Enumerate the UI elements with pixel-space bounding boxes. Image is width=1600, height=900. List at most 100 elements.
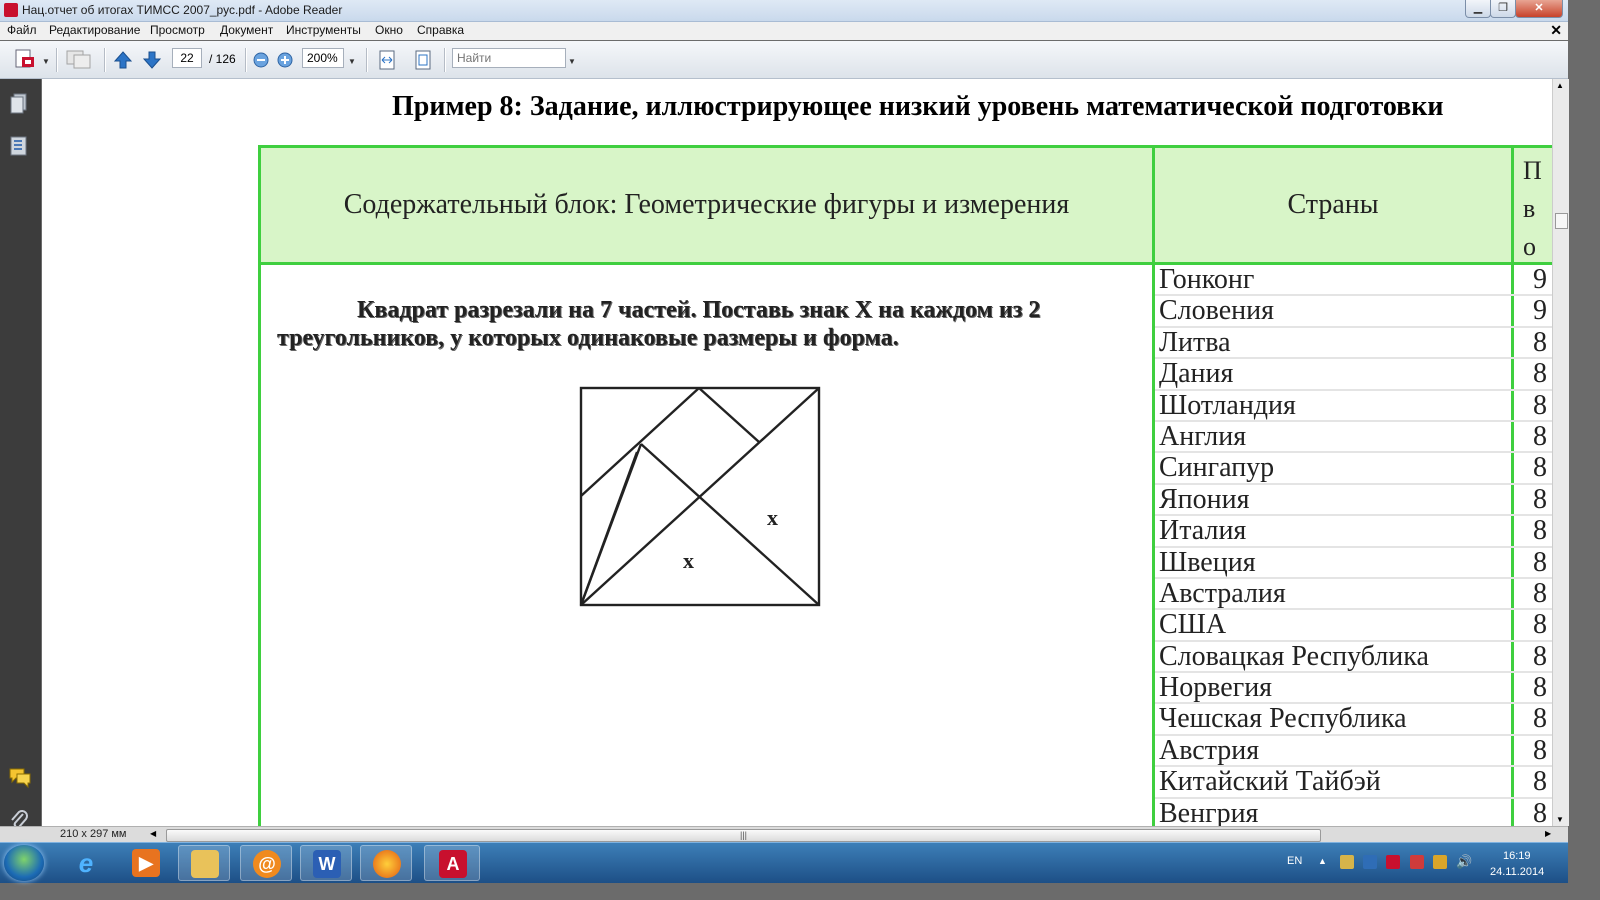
taskbar-mail[interactable]: @ [240,845,292,881]
pages-panel-button[interactable] [9,93,29,118]
total-pages: / 126 [209,52,236,66]
tray-app-icon[interactable] [1386,855,1400,869]
show-hidden-icons-icon[interactable]: ▲ [1318,856,1327,866]
country-value: 8 [1533,483,1547,515]
menu-file[interactable]: Файл [7,23,37,37]
country-row: Австралия 8 [1155,577,1552,611]
scroll-left-icon[interactable]: ◀ [150,829,156,838]
country-row: Сингапур 8 [1155,452,1552,485]
tray-flag-icon[interactable] [1410,855,1424,869]
create-pdf-button[interactable] [14,49,38,72]
volume-icon[interactable]: 🔊 [1456,854,1472,870]
bookmarks-panel-button[interactable] [9,135,29,160]
zoom-in-button[interactable] [277,52,293,71]
figure-mark: x [683,548,694,573]
scroll-up-icon[interactable]: ▲ [1556,81,1564,90]
taskbar-internet-explorer[interactable]: e [60,845,112,881]
page-number-input[interactable] [172,48,202,68]
country-name: Шотландия [1159,389,1296,421]
page-size-label: 210 x 297 мм [60,828,127,840]
vertical-scroll-thumb[interactable] [1555,213,1568,229]
country-row: Словения 9 [1155,295,1552,328]
language-indicator[interactable]: EN [1287,855,1302,867]
chevron-down-icon[interactable]: ▼ [568,57,576,66]
country-row: Дания 8 [1155,358,1552,391]
chevron-down-icon[interactable]: ▼ [348,57,356,66]
document-view[interactable]: Пример 8: Задание, иллюстрирующее низкий… [42,79,1552,826]
zoom-out-icon [253,52,269,68]
scroll-down-icon[interactable]: ▼ [1556,815,1564,824]
comments-icon [9,768,31,789]
zoom-in-icon [277,52,293,68]
menu-document[interactable]: Документ [220,23,273,37]
create-pdf-icon [15,49,34,68]
country-name: Гонконг [1159,264,1255,295]
maximize-button[interactable]: ❐ [1490,0,1516,18]
country-value: 8 [1533,358,1547,390]
taskbar-adobe-reader[interactable]: A [424,845,480,881]
bookmarks-icon [10,136,27,156]
content-block-header: Содержательный блок: Геометрические фигу… [343,189,1070,220]
firefox-icon [373,850,401,878]
menu-view[interactable]: Просмотр [150,23,205,37]
country-name: Словацкая Республика [1159,640,1429,672]
country-row: США 8 [1155,609,1552,642]
minimize-button[interactable]: ▁ [1465,0,1491,18]
tray-network-icon[interactable] [1433,855,1447,869]
clock-date[interactable]: 24.11.2014 [1490,866,1544,878]
country-row: Шотландия 8 [1155,389,1552,422]
page-heading: Пример 8: Задание, иллюстрирующее низкий… [392,91,1444,122]
tray-app-icon[interactable] [1340,855,1354,869]
country-value: 9 [1533,264,1547,295]
close-document-icon[interactable]: ✕ [1550,22,1562,39]
zoom-out-button[interactable] [253,52,269,71]
clock-time[interactable]: 16:19 [1503,850,1531,862]
find-input[interactable] [452,48,566,68]
figure-mark: x [767,505,778,530]
countries-header: Страны [1287,189,1379,220]
start-button[interactable] [4,845,44,881]
figure-line [579,451,639,606]
country-row: Япония 8 [1155,483,1552,517]
table-header-row: Содержательный блок: Геометрические фигу… [261,148,1552,265]
collaborate-button[interactable] [66,49,92,72]
country-name: Китайский Тайбэй [1159,766,1381,798]
country-name: Швеция [1159,546,1256,578]
media-player-icon: ▶ [132,849,160,877]
fit-width-button[interactable] [378,50,396,73]
task-text: Квадрат разрезали на 7 частей. Поставь з… [277,297,1041,351]
next-page-button[interactable] [142,50,162,73]
menu-help[interactable]: Справка [417,23,464,37]
zoom-level-input[interactable] [302,48,344,68]
country-name: Италия [1159,515,1247,547]
country-row: Австрия 8 [1155,735,1552,768]
horizontal-scroll-thumb[interactable]: ||| [166,829,1321,842]
taskbar-media-player[interactable]: ▶ [120,845,172,881]
country-name: Венгрия [1159,797,1259,826]
tray-app-icon[interactable] [1363,855,1377,869]
country-row: Англия 8 [1155,420,1552,454]
menu-tools[interactable]: Инструменты [286,23,361,37]
taskbar-explorer[interactable] [178,845,230,881]
previous-page-button[interactable] [113,50,133,73]
tangram-square-figure: x x [579,386,821,607]
navigation-pane [0,79,41,829]
taskbar-word[interactable]: W [300,845,352,881]
fit-page-button[interactable] [414,50,432,73]
window-title: Нац.отчет об итогах ТИМСС 2007_рус.pdf -… [22,3,343,17]
country-name: Япония [1159,483,1250,515]
comments-panel-button[interactable] [8,767,32,792]
taskbar: e ▶ @ W A EN ▲ 🔊 16:19 24.11.2014 [0,842,1568,883]
country-row: Литва 8 [1155,327,1552,360]
country-name: Австралия [1159,577,1286,609]
menu-edit[interactable]: Редактирование [49,23,140,37]
country-name: Дания [1159,358,1234,390]
close-window-button[interactable]: ✕ [1515,0,1563,18]
country-value: 8 [1533,452,1547,484]
country-name: Англия [1159,420,1247,452]
chevron-down-icon[interactable]: ▼ [42,57,50,66]
menu-window[interactable]: Окно [375,23,403,37]
vertical-scrollbar[interactable]: ▲ ▼ [1552,79,1569,826]
taskbar-firefox[interactable] [360,845,412,881]
scroll-right-icon[interactable]: ▶ [1545,829,1551,838]
